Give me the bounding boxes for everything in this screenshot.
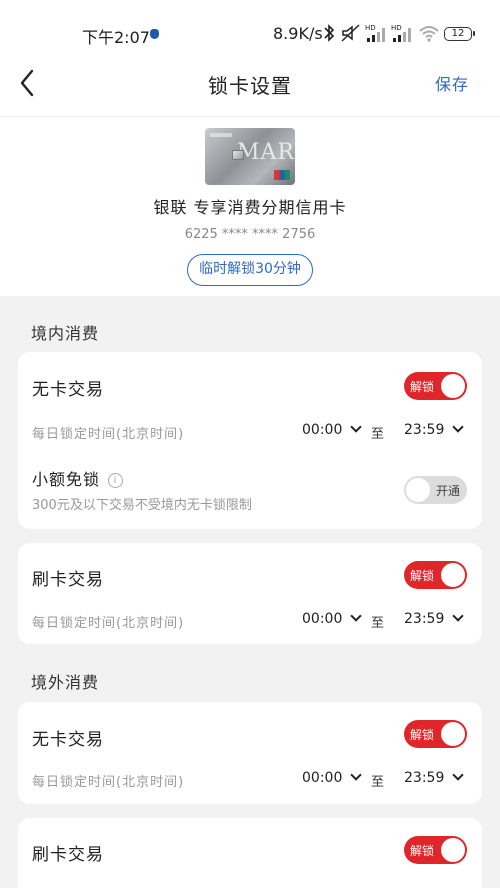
section-title-domestic: 境内消费 <box>31 324 100 343</box>
to-text: 至 <box>371 775 385 790</box>
end-time-value: 23:59 <box>404 770 445 786</box>
end-time-select[interactable]: 23:59 <box>404 610 465 627</box>
card-info: MART 银联 专享消费分期信用卡 6225 **** **** 2756 临时… <box>0 116 500 296</box>
battery-icon: 12 <box>444 27 475 41</box>
status-time: 下午2:07 <box>82 28 150 47</box>
info-icon[interactable]: i <box>108 473 124 488</box>
small-amount-toggle[interactable]: 开通 <box>404 476 467 504</box>
toggle-knob <box>441 722 465 746</box>
notification-icon <box>150 29 159 39</box>
unionpay-logo-icon <box>274 170 290 180</box>
toggle-text: 解锁 <box>410 569 435 583</box>
page-title: 锁卡设置 <box>208 74 292 98</box>
overseas-cardless-panel: 无卡交易 解锁 每日锁定时间(北京时间) 00:00 至 23:59 <box>18 702 482 804</box>
signal-icon: HD <box>365 24 385 42</box>
mute-icon <box>341 24 360 42</box>
toggle-text: 解锁 <box>410 380 435 394</box>
card-chip-icon <box>232 150 244 160</box>
chevron-down-icon <box>452 769 465 781</box>
wifi-icon <box>419 26 439 42</box>
section-title-overseas: 境外消费 <box>31 673 100 692</box>
bank-logo-mark <box>210 133 232 137</box>
temp-unlock-button[interactable]: 临时解锁30分钟 <box>187 254 313 286</box>
lock-time-label: 每日锁定时间(北京时间) <box>32 427 185 442</box>
overseas-swipe-panel: 刷卡交易 解锁 <box>18 818 482 888</box>
swipe-label: 刷卡交易 <box>32 570 104 590</box>
overseas-swipe-toggle[interactable]: 解锁 <box>404 836 467 864</box>
toggle-knob <box>406 478 430 502</box>
card-number: 6225 **** **** 2756 <box>184 227 316 242</box>
toggle-knob <box>441 838 465 862</box>
lock-time-label: 每日锁定时间(北京时间) <box>32 616 185 631</box>
to-text: 至 <box>371 616 385 631</box>
small-amount-desc: 300元及以下交易不受境内无卡锁限制 <box>32 498 252 513</box>
end-time-select[interactable]: 23:59 <box>404 421 465 438</box>
chevron-down-icon <box>350 610 363 622</box>
save-button[interactable]: 保存 <box>435 71 469 95</box>
start-time-select[interactable]: 00:00 <box>302 610 363 627</box>
domestic-cardless-toggle[interactable]: 解锁 <box>404 372 467 400</box>
svg-text:HD: HD <box>391 24 402 32</box>
net-speed: 8.9K/s <box>273 24 323 43</box>
toggle-knob <box>441 563 465 587</box>
start-time-value: 00:00 <box>302 422 343 438</box>
end-time-value: 23:59 <box>404 611 445 627</box>
chevron-down-icon <box>350 769 363 781</box>
lock-time-label: 每日锁定时间(北京时间) <box>32 775 185 790</box>
end-time-select[interactable]: 23:59 <box>404 769 465 786</box>
toggle-text: 解锁 <box>410 728 435 742</box>
small-amount-label: 小额免锁 i <box>32 466 124 490</box>
toggle-knob <box>441 374 465 398</box>
card-image: MART <box>205 128 295 185</box>
cardless-label: 无卡交易 <box>32 730 104 750</box>
start-time-value: 00:00 <box>302 611 343 627</box>
toggle-text: 开通 <box>436 484 461 498</box>
signal-icon: HD <box>391 24 411 42</box>
chevron-down-icon <box>452 421 465 433</box>
swipe-label: 刷卡交易 <box>32 845 104 865</box>
card-brand-text: MART <box>237 140 295 165</box>
small-amount-text: 小额免锁 <box>32 470 101 489</box>
bluetooth-icon <box>324 24 335 42</box>
to-text: 至 <box>371 427 385 442</box>
nav-bar: 锁卡设置 保存 <box>0 66 500 116</box>
cardless-label: 无卡交易 <box>32 380 104 400</box>
domestic-cardless-panel: 无卡交易 解锁 每日锁定时间(北京时间) 00:00 至 23:59 小额免锁 i… <box>18 352 482 529</box>
end-time-value: 23:59 <box>404 422 445 438</box>
card-name: 银联 专享消费分期信用卡 <box>153 198 347 217</box>
svg-text:HD: HD <box>365 24 376 32</box>
start-time-value: 00:00 <box>302 770 343 786</box>
start-time-select[interactable]: 00:00 <box>302 421 363 438</box>
domestic-swipe-panel: 刷卡交易 解锁 每日锁定时间(北京时间) 00:00 至 23:59 <box>18 543 482 644</box>
start-time-select[interactable]: 00:00 <box>302 769 363 786</box>
chevron-down-icon <box>452 610 465 622</box>
overseas-cardless-toggle[interactable]: 解锁 <box>404 720 467 748</box>
status-bar: 下午2:07 8.9K/s HD HD 12 <box>0 0 500 66</box>
toggle-text: 解锁 <box>410 844 435 858</box>
chevron-down-icon <box>350 421 363 433</box>
domestic-swipe-toggle[interactable]: 解锁 <box>404 561 467 589</box>
